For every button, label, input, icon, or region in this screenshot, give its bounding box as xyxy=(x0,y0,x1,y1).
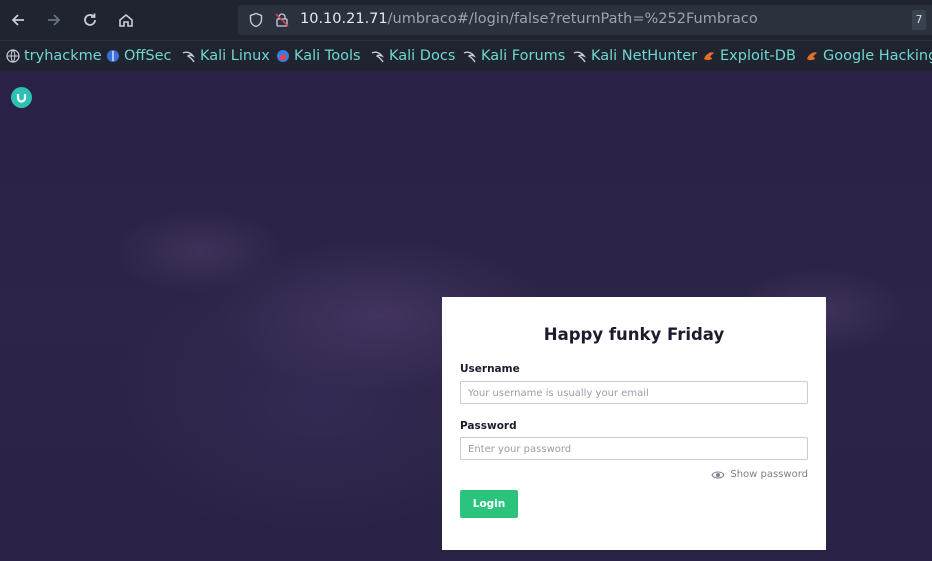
bookmark-label: tryhackme xyxy=(24,48,102,64)
umbraco-u-icon xyxy=(16,94,27,103)
login-title: Happy funky Friday xyxy=(543,325,725,344)
bookmark-label: Kali NetHunter xyxy=(591,48,698,64)
arrow-right-icon xyxy=(48,14,61,26)
url-path: /umbraco#/login/false?returnPath=%252Fum… xyxy=(387,11,758,27)
umbraco-logo xyxy=(11,87,32,108)
show-password-toggle[interactable]: Show password xyxy=(711,469,808,480)
bookmark-kali-nethunter[interactable]: Kali NetHunter xyxy=(573,48,697,64)
password-label: Password xyxy=(460,420,517,432)
kali-dragon-icon xyxy=(182,51,196,63)
kali-dragon-icon xyxy=(463,51,477,63)
bookmark-kali-linux[interactable]: Kali Linux xyxy=(182,48,270,64)
globe-icon xyxy=(6,49,20,63)
forward-button[interactable] xyxy=(44,10,64,30)
url-text[interactable]: 10.10.21.71/umbraco#/login/false?returnP… xyxy=(300,11,758,27)
bookmark-google-hacking[interactable]: Google Hacking xyxy=(805,48,932,64)
bookmark-label: OffSec xyxy=(124,48,172,64)
bookmark-label: Kali Tools xyxy=(294,48,361,64)
home-icon xyxy=(119,13,133,27)
reload-button[interactable] xyxy=(80,10,100,30)
bookmark-kali-tools[interactable]: Kali Tools xyxy=(276,48,361,64)
browser-toolbar: 10.10.21.71/umbraco#/login/false?returnP… xyxy=(0,0,932,40)
offsec-icon xyxy=(107,50,119,62)
password-input[interactable]: Enter your password xyxy=(460,437,808,460)
bookmark-label: Kali Forums xyxy=(481,48,566,64)
kali-dragon-icon xyxy=(371,51,385,63)
kali-dragon-icon xyxy=(573,51,587,63)
url-badge[interactable]: 7 xyxy=(912,10,926,30)
insecure-lock-icon[interactable] xyxy=(274,12,290,28)
username-input[interactable]: Your username is usually your email xyxy=(460,381,808,404)
login-card: Happy funky Friday Username Your usernam… xyxy=(442,297,826,550)
exploit-db-icon xyxy=(704,52,714,61)
shield-icon[interactable] xyxy=(248,12,264,28)
address-bar[interactable]: 10.10.21.71/umbraco#/login/false?returnP… xyxy=(238,5,932,35)
bookmarks-bar: tryhackme OffSec Kali Linux Kali Tools K… xyxy=(0,40,932,72)
kali-tools-icon xyxy=(277,50,289,62)
exploit-db-icon xyxy=(807,52,817,61)
bookmark-label: Kali Docs xyxy=(389,48,456,64)
reload-icon xyxy=(84,13,96,26)
bookmark-tryhackme[interactable]: tryhackme xyxy=(6,48,102,64)
login-page-background: Happy funky Friday Username Your usernam… xyxy=(0,71,932,561)
arrow-left-icon xyxy=(11,14,24,26)
bookmark-label: Exploit-DB xyxy=(720,48,796,64)
bookmark-label: Kali Linux xyxy=(200,48,270,64)
url-host: 10.10.21.71 xyxy=(300,11,388,27)
home-button[interactable] xyxy=(116,10,136,30)
bookmark-offsec[interactable]: OffSec xyxy=(106,48,172,64)
show-password-label: Show password xyxy=(730,469,808,480)
eye-icon xyxy=(711,470,725,479)
bookmark-kali-forums[interactable]: Kali Forums xyxy=(463,48,565,64)
bookmark-kali-docs[interactable]: Kali Docs xyxy=(371,48,455,64)
bookmark-exploit-db[interactable]: Exploit-DB xyxy=(702,48,796,64)
username-label: Username xyxy=(460,363,520,375)
login-button[interactable]: Login xyxy=(460,490,518,518)
bookmark-label: Google Hacking xyxy=(823,48,932,64)
back-button[interactable] xyxy=(8,10,28,30)
